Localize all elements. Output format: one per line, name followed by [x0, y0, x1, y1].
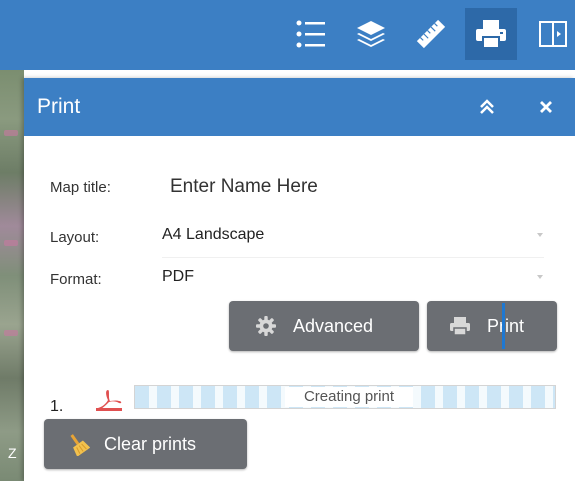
- print-item-number: 1.: [50, 398, 64, 415]
- map-view[interactable]: Z: [0, 70, 24, 481]
- gear-icon: [255, 315, 277, 337]
- chevron-down-icon: [537, 275, 543, 279]
- clear-prints-label: Clear prints: [104, 433, 197, 454]
- map-feature: [4, 240, 18, 246]
- print-status-label: Creating print: [285, 387, 413, 407]
- text-cursor: [502, 303, 505, 349]
- map-label: Z: [8, 445, 17, 461]
- print-button[interactable]: Print: [427, 301, 557, 351]
- printer-icon: [449, 316, 471, 336]
- layers-button[interactable]: [345, 8, 397, 60]
- map-title-label: Map title:: [50, 179, 111, 196]
- clear-prints-button[interactable]: Clear prints: [44, 419, 247, 469]
- legend-list-icon: [295, 19, 327, 49]
- map-feature: [4, 330, 18, 336]
- measure-button[interactable]: [405, 8, 457, 60]
- format-select[interactable]: PDF: [154, 260, 549, 294]
- split-panel-icon: [538, 19, 568, 49]
- print-progress-bar: Creating print: [134, 385, 556, 409]
- double-chevron-up-icon[interactable]: [476, 96, 498, 118]
- layout-label: Layout:: [50, 229, 100, 246]
- print-button-label: Print: [487, 315, 525, 336]
- close-icon[interactable]: [535, 96, 557, 118]
- pdf-icon[interactable]: [96, 389, 122, 416]
- panel-title: Print: [37, 95, 81, 118]
- split-panel-button[interactable]: [528, 8, 575, 60]
- format-value: PDF: [162, 268, 194, 285]
- format-label: Format:: [50, 271, 102, 288]
- broom-icon: [66, 432, 90, 456]
- top-toolbar: [0, 0, 575, 70]
- measure-ruler-icon: [414, 17, 448, 51]
- print-panel: Print Map title: Layout: A4 Landscape: [24, 78, 575, 481]
- advanced-button-label: Advanced: [293, 315, 374, 336]
- app-window: Z Print Map title: Enter Name Here Layou…: [0, 0, 575, 481]
- divider: [162, 257, 544, 258]
- layout-select[interactable]: A4 Landscape: [154, 218, 549, 252]
- legend-button[interactable]: [285, 8, 337, 60]
- layout-value: A4 Landscape: [162, 226, 265, 243]
- printer-icon: [474, 18, 508, 50]
- print-tool-button[interactable]: [465, 8, 517, 60]
- chevron-down-icon: [537, 233, 543, 237]
- map-feature: [4, 130, 18, 136]
- map-title-input[interactable]: [170, 172, 550, 202]
- panel-header: Print: [24, 78, 575, 136]
- layers-icon: [355, 19, 387, 49]
- advanced-button[interactable]: Advanced: [229, 301, 419, 351]
